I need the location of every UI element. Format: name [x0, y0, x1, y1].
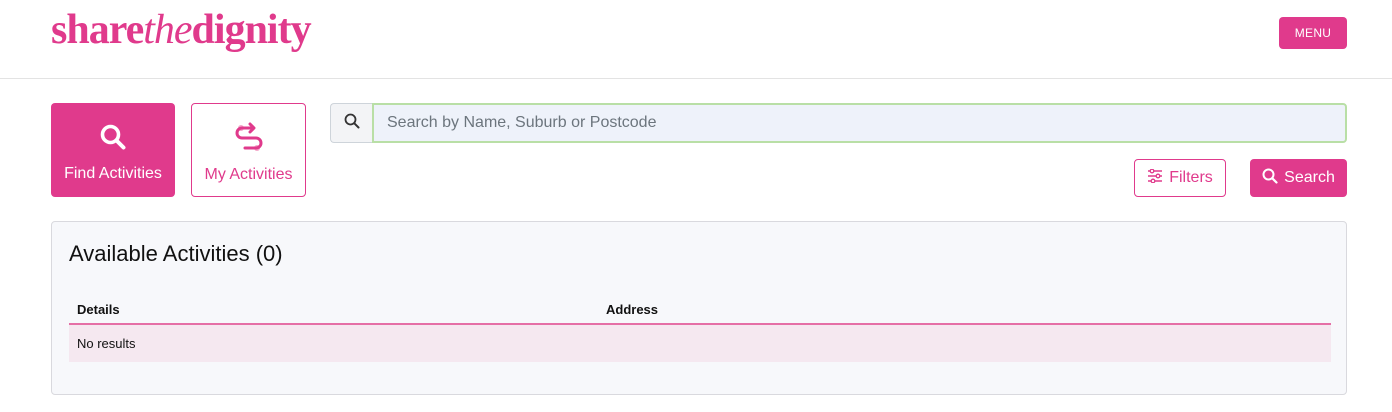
- search-button-label: Search: [1284, 169, 1335, 186]
- my-activities-tab[interactable]: My Activities: [191, 103, 306, 197]
- my-activities-label: My Activities: [204, 166, 293, 183]
- results-card: Available Activities (0) Details Address…: [51, 221, 1347, 395]
- search-input[interactable]: [372, 103, 1347, 143]
- search-icon: [344, 113, 360, 134]
- results-title: Available Activities (0): [69, 241, 283, 266]
- column-header-details: Details: [77, 302, 120, 317]
- search-addon: [330, 103, 372, 143]
- sliders-icon: [1147, 168, 1163, 188]
- no-results-text: No results: [77, 336, 136, 351]
- site-logo[interactable]: sharethedignity: [51, 4, 312, 56]
- search-icon: [99, 121, 127, 153]
- filters-button[interactable]: Filters: [1134, 159, 1226, 197]
- table-row-empty: No results: [69, 325, 1331, 362]
- table-header: Details Address: [69, 296, 1331, 325]
- search-bar: [330, 103, 1347, 143]
- route-icon: [233, 122, 265, 154]
- find-activities-label: Find Activities: [64, 165, 162, 182]
- results-table: Details Address No results: [69, 296, 1331, 362]
- find-activities-tab[interactable]: Find Activities: [51, 103, 175, 197]
- site-header: sharethedignity MENU: [0, 0, 1392, 79]
- menu-button[interactable]: MENU: [1279, 17, 1347, 49]
- search-button[interactable]: Search: [1250, 159, 1347, 197]
- filters-label: Filters: [1169, 169, 1213, 186]
- column-header-address: Address: [606, 302, 659, 317]
- search-icon: [1262, 168, 1278, 189]
